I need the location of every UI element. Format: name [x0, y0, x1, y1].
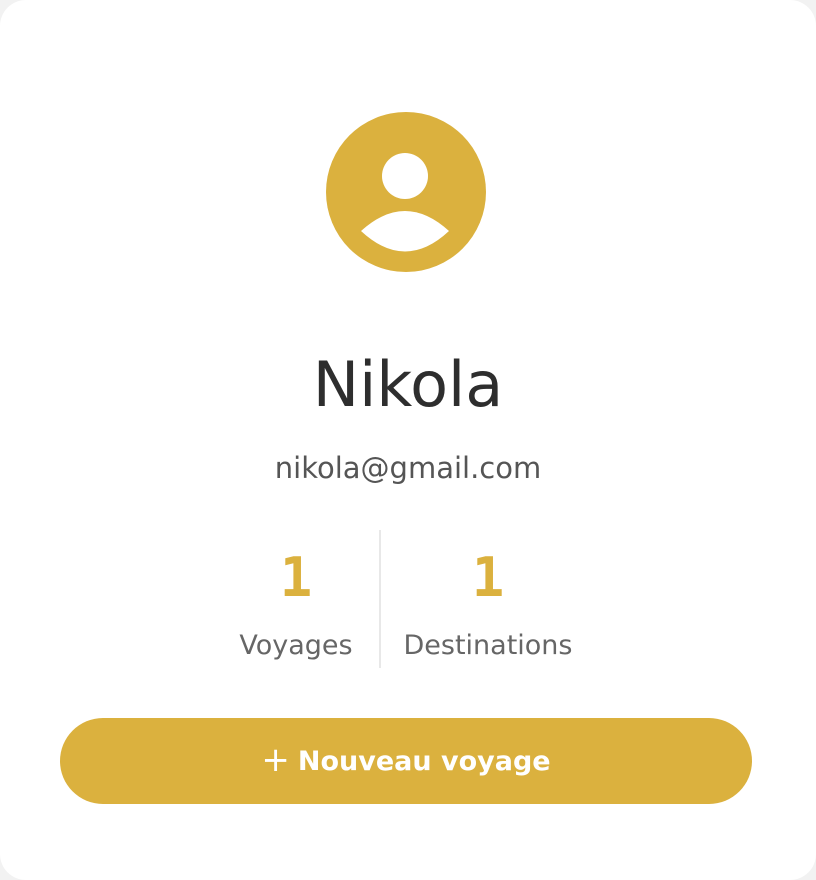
avatar-silhouette [361, 153, 449, 252]
stats-divider [379, 530, 381, 668]
user-avatar-icon [326, 112, 486, 272]
trips-label: Voyages [239, 630, 353, 661]
trips-count: 1 [279, 546, 313, 609]
destinations-label: Destinations [403, 630, 573, 661]
destinations-count: 1 [471, 546, 505, 609]
plus-icon: + [261, 740, 290, 780]
profile-email: nikola@gmail.com [274, 451, 542, 485]
new-trip-button[interactable]: + Nouveau voyage [60, 718, 752, 804]
new-trip-label: Nouveau voyage [297, 745, 551, 777]
profile-card: Nikola nikola@gmail.com 1 Voyages 1 Dest… [0, 0, 816, 880]
profile-name: Nikola [312, 348, 504, 421]
